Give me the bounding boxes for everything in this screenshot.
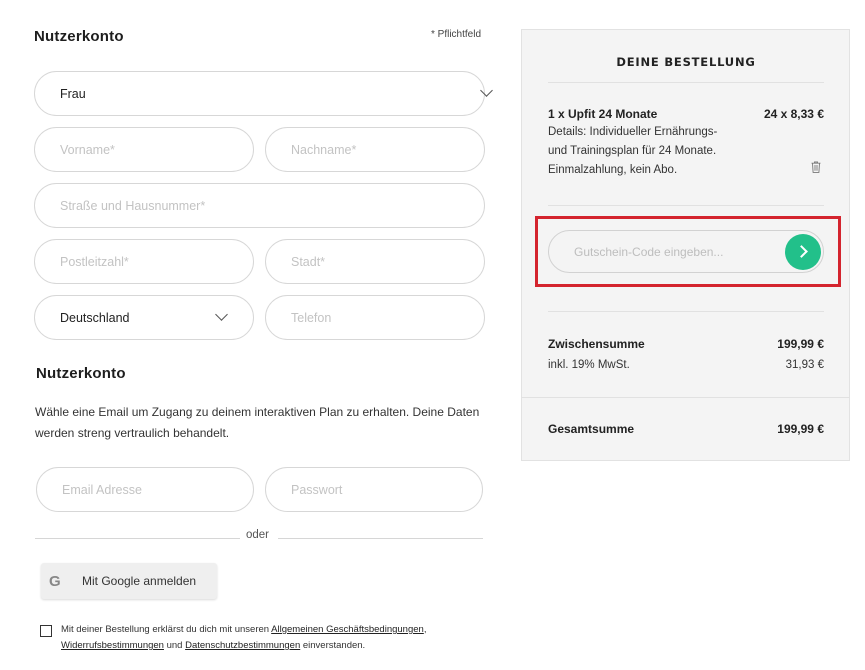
zip-input[interactable]: Postleitzahl* — [34, 239, 254, 284]
vat-value: 31,93 € — [785, 359, 824, 371]
coupon-submit-button[interactable] — [785, 234, 821, 270]
order-divider — [548, 205, 824, 206]
country-value: Deutschland — [60, 310, 130, 325]
password-input[interactable]: Passwort — [265, 467, 483, 512]
item-name: 1 x Upfit 24 Monate — [548, 107, 658, 121]
widerruf-link[interactable]: Widerrufsbestimmungen — [61, 640, 164, 651]
vat-label: inkl. 19% MwSt. — [548, 359, 630, 371]
total-label: Gesamtsumme — [548, 422, 635, 436]
order-divider — [521, 397, 850, 398]
or-label: oder — [246, 529, 270, 541]
item-price: 24 x 8,33 € — [763, 107, 824, 121]
google-signin-label: Mit Google anmelden — [82, 574, 197, 588]
item-details-line3: Einmalzahlung, kein Abo. — [548, 164, 678, 176]
privacy-link[interactable]: Datenschutzbestimmungen — [185, 640, 300, 651]
section-title-login: Nutzerkonto — [36, 365, 126, 382]
coupon-input[interactable]: Gutschein-Code eingeben... — [548, 230, 824, 273]
terms-text: Mit deiner Bestellung erklärst du dich m… — [61, 622, 481, 654]
divider-left — [35, 538, 240, 539]
terms-suffix: einverstanden. — [300, 640, 366, 651]
city-input[interactable]: Stadt* — [265, 239, 485, 284]
terms-comma: , — [423, 624, 427, 635]
chevron-down-icon — [215, 308, 228, 321]
salutation-select[interactable]: Frau — [34, 71, 493, 116]
terms-and: und — [163, 640, 186, 651]
salutation-value: Frau — [60, 86, 86, 101]
divider-right — [278, 538, 483, 539]
subtotal-value: 199,99 € — [777, 337, 824, 351]
google-g-icon: G — [49, 572, 61, 590]
email-input[interactable]: Email Adresse — [36, 467, 254, 512]
agb-link[interactable]: Allgemeinen Geschäftsbedingungen — [271, 624, 424, 635]
order-divider — [548, 82, 824, 83]
section-title-account: Nutzerkonto — [34, 28, 124, 45]
item-details-line1: Details: Individueller Ernährungs- — [548, 126, 718, 138]
subtotal-label: Zwischensumme — [548, 337, 645, 351]
item-details-line2: und Trainingsplan für 24 Monate. — [548, 145, 717, 157]
required-note: * Pflichtfeld — [431, 29, 482, 40]
order-title: DEINE BESTELLUNG — [616, 55, 756, 69]
trash-icon[interactable] — [811, 161, 821, 173]
country-select[interactable]: Deutschland — [34, 295, 254, 340]
firstname-input[interactable]: Vorname* — [34, 127, 254, 172]
lastname-input[interactable]: Nachname* — [265, 127, 485, 172]
account-info-text: Wähle eine Email um Zugang zu deinem int… — [35, 405, 480, 440]
terms-prefix: Mit deiner Bestellung erklärst du dich m… — [61, 624, 272, 635]
chevron-right-icon — [795, 245, 808, 258]
chevron-down-icon — [480, 84, 493, 97]
total-value: 199,99 € — [777, 422, 824, 436]
terms-checkbox[interactable] — [40, 625, 52, 637]
street-input[interactable]: Straße und Hausnummer* — [34, 183, 485, 228]
google-signin-button[interactable]: G Mit Google anmelden — [41, 563, 217, 599]
order-divider — [548, 311, 824, 312]
phone-input[interactable]: Telefon — [265, 295, 485, 340]
